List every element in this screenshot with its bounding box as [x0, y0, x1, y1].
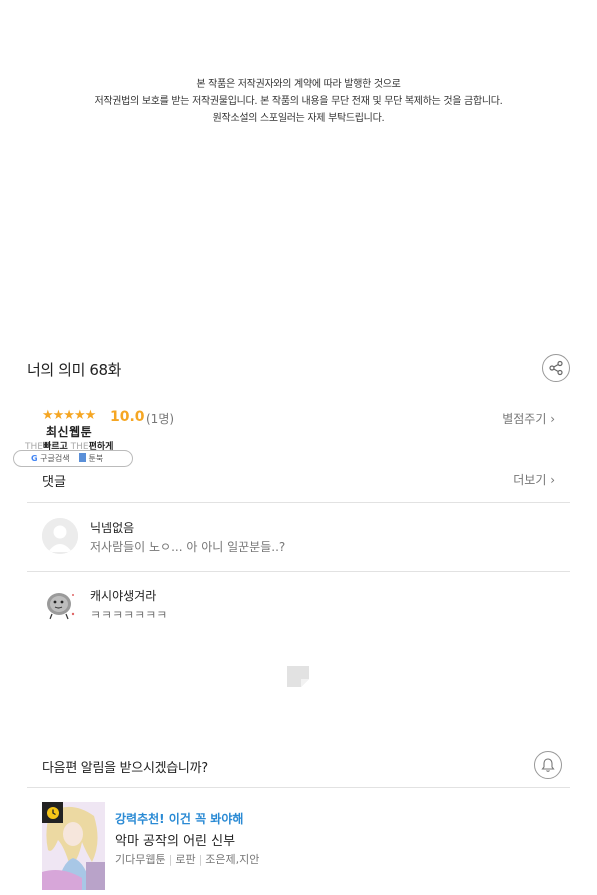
star-rating-icon: ★★★★★ — [42, 408, 96, 423]
wait-free-clock-icon — [42, 802, 63, 823]
comment-text: 저사람들이 노ㅇ... 아 아니 일꾼분들..? — [90, 540, 286, 554]
avatar — [42, 518, 78, 554]
recommend-category: 로판 — [175, 853, 196, 866]
comment-author: 캐시야생겨라 — [90, 589, 157, 603]
rating-count: (1명) — [146, 412, 175, 426]
toonbook-icon — [79, 453, 86, 462]
divider — [27, 571, 570, 572]
toonbook-link[interactable]: 툰북 — [79, 453, 103, 464]
bell-icon — [541, 758, 555, 772]
google-search-link[interactable]: G 구글검색 — [31, 453, 70, 464]
share-button[interactable] — [542, 354, 570, 382]
more-comments-button[interactable]: 더보기 › — [513, 471, 555, 488]
copyright-line: 본 작품은 저작권자와의 계약에 따라 발행한 것으로 — [196, 79, 401, 90]
webtoon-thumbnail[interactable] — [42, 802, 105, 890]
search-pill[interactable]: G 구글검색 툰북 — [13, 450, 133, 467]
episode-header: 너의 의미 68화 — [27, 354, 572, 384]
recommend-authors: 조은제,지안 — [205, 853, 260, 866]
copyright-line: 원작소설의 스포일러는 자제 부탁드립니다. — [212, 113, 385, 124]
next-episode-notify: 다음편 알림을 받으시겠습니까? — [42, 750, 570, 780]
recommend-title[interactable]: 악마 공작의 어린 신부 — [115, 830, 235, 849]
default-user-icon — [42, 518, 78, 554]
latest-webtoon-badge[interactable]: 최신웹툰 THE빠르고 THE편하게 G 구글검색 툰북 — [13, 422, 135, 469]
divider — [27, 787, 570, 788]
badge-title: 최신웹툰 — [46, 425, 93, 439]
notify-bell-button[interactable] — [534, 751, 562, 779]
comment-text: ㅋㅋㅋㅋㅋㅋㅋ — [90, 608, 168, 622]
recommendation-card[interactable]: 강력추천! 이건 꼭 봐야해 악마 공작의 어린 신부 기다무웹툰 | 로판 | 조은제… — [42, 802, 562, 890]
episode-title: 너의 의미 68화 — [27, 361, 122, 379]
rate-button[interactable]: 별점주기 › — [502, 410, 555, 427]
copyright-notice: 본 작품은 저작권자와의 계약에 따라 발행한 것으로 저작권법의 보호를 받는… — [0, 76, 597, 127]
recommend-genre: 기다무웹툰 — [115, 853, 166, 866]
comments-header: 댓글 더보기 › — [42, 470, 557, 490]
notify-text: 다음편 알림을 받으시겠습니까? — [42, 761, 208, 776]
recommend-tag: 강력추천! 이건 꼭 봐야해 — [115, 812, 244, 826]
copyright-line: 저작권법의 보호를 받는 저작권물입니다. 본 작품의 내용을 무단 전재 및 … — [94, 96, 503, 107]
share-icon — [549, 360, 563, 376]
google-icon: G — [31, 454, 38, 463]
comment-author: 닉넴없음 — [90, 521, 135, 535]
comment-item: 캐시야생겨라 ㅋㅋㅋㅋㅋㅋㅋ — [42, 586, 557, 636]
character-avatar-icon — [42, 586, 78, 622]
divider — [27, 502, 570, 503]
ad-placeholder-icon — [287, 666, 309, 687]
avatar — [42, 586, 78, 622]
recommend-meta: 기다무웹툰 | 로판 | 조은제,지안 — [115, 853, 260, 866]
comments-label: 댓글 — [42, 475, 66, 490]
comment-item: 닉넴없음 저사람들이 노ㅇ... 아 아니 일꾼분들..? — [42, 518, 557, 568]
